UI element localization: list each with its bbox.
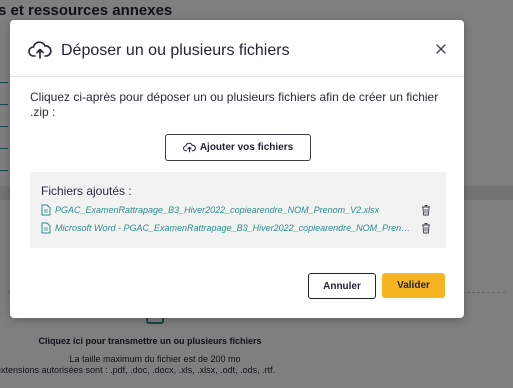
file-name[interactable]: PGAC_ExamenRattrapage_B3_Hiver2022_copie…	[55, 205, 415, 215]
upload-cloud-icon	[28, 41, 52, 59]
cancel-button[interactable]: Annuler	[308, 273, 376, 299]
close-icon	[436, 44, 446, 54]
intro-text: Cliquez ci-après pour déposer un ou plus…	[30, 90, 439, 119]
file-icon	[41, 222, 51, 234]
file-icon	[41, 204, 51, 216]
file-item: Microsoft Word - PGAC_ExamenRattrapage_B…	[41, 221, 434, 235]
upload-modal: Déposer un ou plusieurs fichiers Cliquez…	[10, 20, 464, 318]
file-item: PGAC_ExamenRattrapage_B3_Hiver2022_copie…	[41, 203, 434, 217]
files-label: Fichiers ajoutés :	[41, 184, 132, 198]
added-files-panel: Fichiers ajoutés : PGAC_ExamenRattrapage…	[30, 172, 446, 248]
validate-button[interactable]: Valider	[382, 273, 445, 298]
modal-header: Déposer un ou plusieurs fichiers	[10, 20, 464, 77]
trash-icon[interactable]	[421, 204, 431, 216]
add-files-label: Ajouter vos fichiers	[199, 142, 294, 153]
file-name[interactable]: Microsoft Word - PGAC_ExamenRattrapage_B…	[55, 223, 415, 233]
close-button[interactable]	[432, 40, 450, 58]
trash-icon[interactable]	[421, 222, 431, 234]
modal-title: Déposer un ou plusieurs fichiers	[61, 42, 290, 59]
upload-cloud-icon	[182, 142, 196, 153]
add-files-button[interactable]: Ajouter vos fichiers	[165, 134, 311, 161]
